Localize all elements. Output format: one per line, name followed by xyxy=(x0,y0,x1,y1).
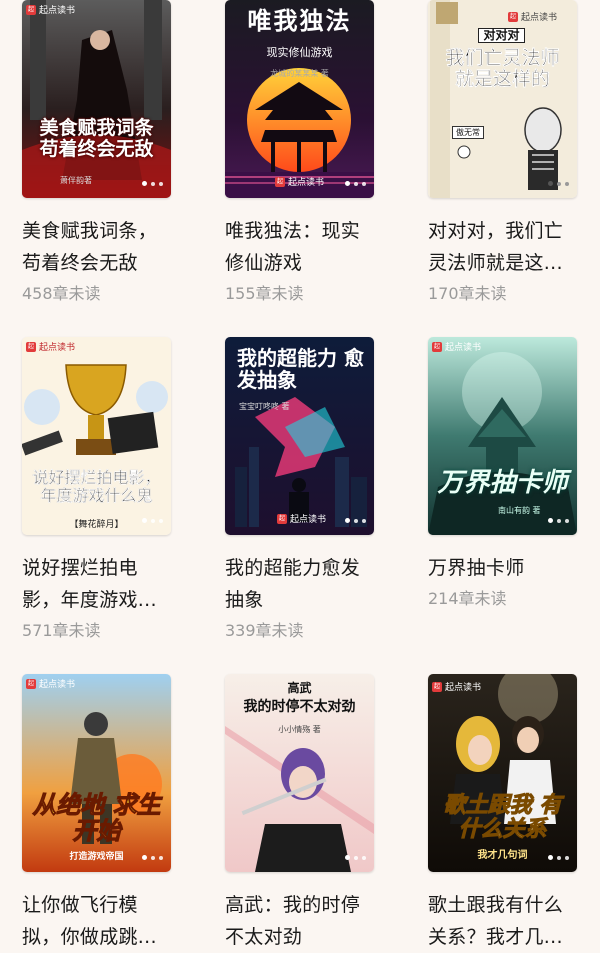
qidian-logo-icon: 起 xyxy=(277,513,287,524)
carousel-dots xyxy=(345,181,366,186)
carousel-dots xyxy=(142,855,163,860)
cover-title: 万界抽卡师 xyxy=(437,468,568,498)
carousel-dots xyxy=(142,181,163,186)
qidian-logo-icon: 起 xyxy=(508,11,518,22)
book-item[interactable]: 起 起点读书 从绝地 求生开始 打造游戏帝国 让你做飞行模拟，你做成跳... xyxy=(22,674,172,948)
qidian-badge: 起 起点读书 xyxy=(508,11,558,23)
carousel-dots xyxy=(548,855,569,860)
book-cover[interactable]: 起 起点读书 美食赋我词条 苟着终会无敌 萧伴韵著 xyxy=(22,0,171,198)
qidian-badge: 起 起点读书 xyxy=(432,681,482,693)
unread-count: 170章未读 xyxy=(428,284,507,303)
qidian-badge: 起 起点读书 xyxy=(432,341,482,353)
qidian-badge: 起 起点读书 xyxy=(275,176,325,188)
book-cover[interactable]: 高武 我的时停不太对劲 小小情殇 著 xyxy=(225,674,374,872)
carousel-dots xyxy=(345,518,366,523)
book-cover[interactable]: 起 起点读书 万界抽卡师 南山有韵 著 xyxy=(428,337,577,535)
book-item[interactable]: 我的超能力 愈发抽象 宝宝叮咚咚 著 起 起点读书 我的超能力愈发抽象 339章… xyxy=(225,337,375,674)
cover-title: 从绝地 求生开始 xyxy=(32,791,161,846)
cover-subtitle: 现实修仙游戏 xyxy=(266,46,333,59)
book-cover[interactable]: 唯我独法 现实修仙游戏 龙城的某某某 著 起 起点读书 xyxy=(225,0,374,198)
unread-count: 155章未读 xyxy=(225,284,304,303)
book-title: 万界抽卡师 xyxy=(428,557,525,579)
cover-title: 美食赋我词条 苟着终会无敌 xyxy=(39,117,154,160)
cover-kicker: 对对对 xyxy=(478,28,525,44)
carousel-dots xyxy=(345,855,366,860)
book-title: 美食赋我词条，苟着终会无敌 xyxy=(22,220,158,274)
unread-count: 339章未读 xyxy=(225,621,304,640)
cover-art xyxy=(22,337,171,535)
book-title: 说好摆烂拍电影，年度游戏... xyxy=(22,557,157,611)
cover-title: 说好摆烂拍电影， 年度游戏什么鬼 xyxy=(32,468,161,505)
cover-kicker: 高武 xyxy=(287,681,312,695)
qidian-badge: 起 起点读书 xyxy=(277,513,327,525)
book-title: 歌土跟我有什么关系？我才几... xyxy=(428,894,564,948)
cover-author: 龙城的某某某 著 xyxy=(270,69,329,78)
book-title: 我的超能力愈发抽象 xyxy=(225,557,361,611)
book-cover[interactable]: 起 起点读书 歌土跟我 有什么关系 我才几句词 xyxy=(428,674,577,872)
cover-title: 我们亡灵法师 就是这样的 xyxy=(445,47,560,90)
qidian-badge: 起 起点读书 xyxy=(26,4,76,16)
book-title: 唯我独法：现实修仙游戏 xyxy=(225,220,361,274)
cover-author: 南山有韵 著 xyxy=(498,506,541,515)
book-title: 高武：我的时停不太对劲 xyxy=(225,894,361,948)
qidian-logo-icon: 起 xyxy=(26,341,36,352)
cover-title: 歌土跟我 有什么关系 xyxy=(443,793,562,843)
book-item[interactable]: 唯我独法 现实修仙游戏 龙城的某某某 著 起 起点读书 唯我独法：现实修仙游戏 … xyxy=(225,0,375,337)
qidian-logo-icon: 起 xyxy=(26,4,36,15)
qidian-logo-icon: 起 xyxy=(26,678,36,689)
bookshelf-grid: 起 起点读书 美食赋我词条 苟着终会无敌 萧伴韵著 美食赋我词条，苟着终会无敌 … xyxy=(22,0,578,948)
book-item[interactable]: 起 起点读书 美食赋我词条 苟着终会无敌 萧伴韵著 美食赋我词条，苟着终会无敌 … xyxy=(22,0,172,337)
unread-count: 571章未读 xyxy=(22,621,101,640)
qidian-badge: 起 起点读书 xyxy=(26,678,76,690)
cover-title: 我的超能力 愈发抽象 xyxy=(237,346,364,392)
carousel-dots xyxy=(548,181,569,186)
book-title: 让你做飞行模拟，你做成跳... xyxy=(22,894,157,948)
book-item[interactable]: 起 起点读书 说好摆烂拍电影， 年度游戏什么鬼 【舞花醉月】 说好摆烂拍电影，年… xyxy=(22,337,172,674)
book-item[interactable]: 起 起点读书 对对对 我们亡灵法师 就是这样的 傲无常 对对对，我们亡灵法师就是… xyxy=(428,0,578,337)
carousel-dots xyxy=(548,518,569,523)
book-cover[interactable]: 起 起点读书 从绝地 求生开始 打造游戏帝国 xyxy=(22,674,171,872)
book-cover[interactable]: 我的超能力 愈发抽象 宝宝叮咚咚 著 起 起点读书 xyxy=(225,337,374,535)
cover-author: 小小情殇 著 xyxy=(278,725,321,734)
unread-count: 214章未读 xyxy=(428,589,507,608)
unread-count: 458章未读 xyxy=(22,284,101,303)
carousel-dots xyxy=(142,518,163,523)
book-cover[interactable]: 起 起点读书 对对对 我们亡灵法师 就是这样的 傲无常 xyxy=(428,0,577,198)
cover-title: 我的时停不太对劲 xyxy=(243,699,356,715)
cover-title: 唯我独法 xyxy=(247,7,352,35)
book-item[interactable]: 起 起点读书 万界抽卡师 南山有韵 著 万界抽卡师 214章未读 xyxy=(428,337,578,674)
book-cover[interactable]: 起 起点读书 说好摆烂拍电影， 年度游戏什么鬼 【舞花醉月】 xyxy=(22,337,171,535)
qidian-logo-icon: 起 xyxy=(432,681,442,692)
cover-author: 宝宝叮咚咚 著 xyxy=(239,402,290,411)
book-title: 对对对，我们亡灵法师就是这... xyxy=(428,220,564,274)
book-item[interactable]: 高武 我的时停不太对劲 小小情殇 著 高武：我的时停不太对劲 xyxy=(225,674,375,948)
book-item[interactable]: 起 起点读书 歌土跟我 有什么关系 我才几句词 歌土跟我有什么关系？我才几... xyxy=(428,674,578,948)
qidian-logo-icon: 起 xyxy=(432,341,442,352)
qidian-badge: 起 起点读书 xyxy=(26,341,76,353)
qidian-logo-icon: 起 xyxy=(275,176,285,187)
cover-art xyxy=(22,0,171,198)
cover-author: 傲无常 xyxy=(452,126,484,139)
